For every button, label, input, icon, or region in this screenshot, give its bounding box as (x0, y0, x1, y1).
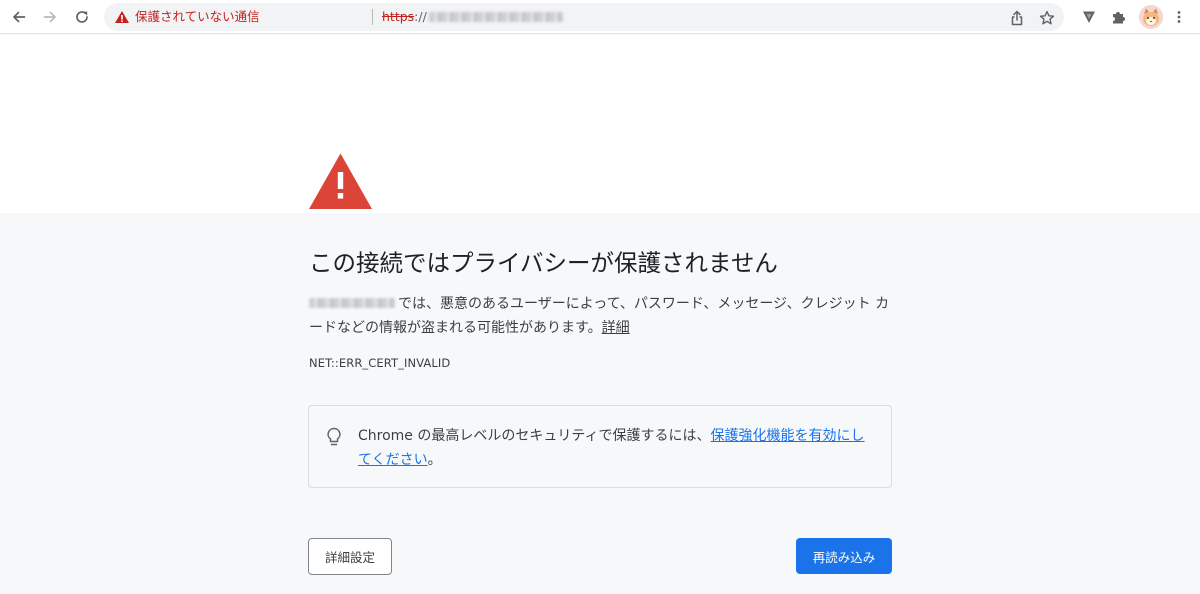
kebab-menu-icon (1177, 11, 1181, 23)
browser-menu-button[interactable] (1167, 5, 1191, 29)
redacted-host (309, 297, 395, 308)
vivaldi-extension-button[interactable] (1077, 5, 1101, 29)
browser-toolbar: 保護されていない通信 https:// (0, 0, 1200, 34)
tip-text-after: 。 (427, 452, 442, 468)
reload-icon (76, 11, 88, 23)
bookmark-button[interactable] (1036, 7, 1058, 29)
tip-text-before: Chrome の最高レベルのセキュリティで保護するには、 (358, 428, 711, 444)
share-icon (1011, 10, 1023, 26)
cat-avatar-icon (1139, 5, 1163, 29)
details-link[interactable]: 詳細 (602, 320, 630, 336)
url-scheme: https (382, 9, 415, 24)
warning-icon (115, 11, 129, 23)
puzzle-icon (1113, 12, 1125, 24)
url-text[interactable]: https:// (382, 8, 563, 26)
explanation-paragraph: では、悪意のあるユーザーによって、パスワード、メッセージ、クレジット カードなど… (309, 292, 893, 340)
arrow-right-icon (43, 11, 56, 23)
advanced-button[interactable]: 詳細設定 (308, 538, 392, 575)
back-button[interactable] (6, 4, 32, 30)
tip-text: Chrome の最高レベルのセキュリティで保護するには、保護強化機能を有効にして… (358, 424, 878, 472)
forward-button[interactable] (37, 4, 63, 30)
address-bar[interactable]: 保護されていない通信 https:// (104, 3, 1064, 31)
explanation-text: では、悪意のあるユーザーによって、パスワード、メッセージ、クレジット カードなど… (309, 296, 890, 336)
star-icon (1039, 10, 1055, 25)
extensions-button[interactable] (1106, 5, 1130, 29)
error-code[interactable]: NET::ERR_CERT_INVALID (309, 354, 450, 372)
arrow-left-icon (13, 11, 26, 23)
lightbulb-icon (327, 427, 341, 446)
redacted-host (428, 11, 563, 22)
page-heading: この接続ではプライバシーが保護されません (309, 249, 778, 277)
omnibox-divider (372, 9, 373, 25)
page-top-band (0, 35, 1200, 213)
profile-avatar[interactable] (1139, 5, 1163, 29)
reload-page-button[interactable]: 再読み込み (796, 538, 892, 574)
reload-button[interactable] (69, 4, 95, 30)
share-button[interactable] (1006, 7, 1028, 29)
warning-triangle-icon (309, 153, 372, 209)
enhanced-protection-tip: Chrome の最高レベルのセキュリティで保護するには、保護強化機能を有効にして… (308, 405, 892, 488)
security-status-text[interactable]: 保護されていない通信 (135, 8, 260, 26)
vivaldi-extension-icon (1083, 11, 1095, 23)
url-separator: :// (414, 9, 427, 24)
